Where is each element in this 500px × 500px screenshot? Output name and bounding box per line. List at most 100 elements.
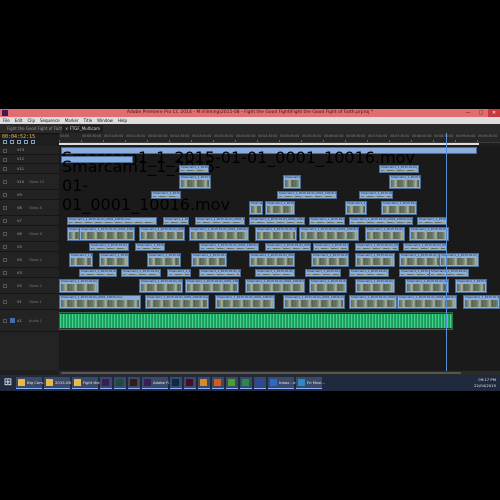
video-clip[interactable]: Smarcam1_1_2015-01-01_0001_10016.mov: [61, 147, 477, 167]
add-marker-icon[interactable]: [17, 140, 21, 144]
video-clip[interactable]: Smarcam1_1_2015-01-01_0001_10016.mov: [283, 295, 345, 309]
video-clip[interactable]: Smarcam1_1_2015-01-01_0001_10016.mov: [89, 243, 129, 251]
video-clip[interactable]: Smarcam1_1_2015-01-01_0001_10016.mov: [79, 269, 117, 277]
track-lock-icon[interactable]: [3, 271, 7, 275]
video-clip[interactable]: Smarcam1_1_2015-01-01_0001_10016.mov: [403, 243, 447, 251]
menu-sequence[interactable]: Sequence: [40, 118, 60, 123]
taskbar-item-folder[interactable]: Fight the...: [72, 377, 103, 389]
video-clip[interactable]: Smarcam1_1_2015-01-01_0001_10016.mov: [439, 253, 479, 267]
taskbar-item-firefox[interactable]: [212, 377, 224, 389]
video-clip[interactable]: Smarcam1_1_2015-01-01_0001_10016.mov: [167, 269, 191, 277]
video-clip[interactable]: Smarcam1_1_2015-01-01_0001_10016.mov: [151, 191, 181, 199]
tab-sequence-faith[interactable]: Fight the Good Fight of Faith 3: [4, 125, 70, 133]
video-clip[interactable]: Smarcam1_1_2015-01-01_0001_10016.mov: [389, 175, 421, 189]
video-clip[interactable]: Smarcam1_1_2015-01-01_0001_10016.mov: [355, 279, 395, 293]
video-clip[interactable]: Smarcam1_1_2015-01-01_0001_10016.mov: [277, 191, 337, 199]
track-lock-icon[interactable]: [3, 193, 7, 197]
track-lock-icon[interactable]: [3, 300, 7, 304]
track-header-v9[interactable]: V9: [0, 190, 59, 200]
track-header-v8[interactable]: V8 Video 8: [0, 200, 59, 216]
video-clip[interactable]: Smarcam1_1_2015-01-01_0001_10016.mov: [359, 191, 393, 199]
video-clip[interactable]: Smarcam1_1_2015-01-01_0001_10016.mov: [179, 175, 211, 189]
video-clip[interactable]: Smarcam1_1_2015-01-01_0001_10016.mov: [429, 269, 469, 277]
video-clip[interactable]: Smarcam1_1_2015-01-01_0001_10016.mov: [215, 295, 275, 309]
maximize-button[interactable]: □: [475, 109, 487, 117]
video-clip[interactable]: Smarcam1_1_2015-01-01_0001_10016.mov: [199, 269, 241, 277]
video-clip[interactable]: Smarcam1_1_2015-01-01_0001_10016.mov: [349, 217, 413, 225]
video-clip[interactable]: Smarcam1_1_2015-01-01_0001_10016.mov: [463, 295, 500, 309]
menu-edit[interactable]: Edit: [15, 118, 23, 123]
video-clip[interactable]: Smarcam1_1_2015-01-01_0001_10016.mov: [311, 253, 349, 267]
menu-title[interactable]: Title: [84, 118, 93, 123]
video-clip[interactable]: Smarcam1_1_2015-01-01_0001_10016.mov: [249, 201, 263, 215]
taskbar-item-folder[interactable]: 2015-08 ...: [44, 377, 76, 389]
video-clip[interactable]: Smarcam1_1_2015-01-01_0001_10016.mov: [309, 279, 347, 293]
snap-icon[interactable]: [3, 140, 7, 144]
track-lock-icon[interactable]: [3, 319, 7, 323]
taskbar-item-leaf[interactable]: [226, 377, 238, 389]
taskbar-item-folder[interactable]: Big Cam...: [16, 377, 47, 389]
track-header-v5[interactable]: V5: [0, 242, 59, 252]
track-header-v11[interactable]: V11: [0, 164, 59, 174]
audio-clip[interactable]: [59, 312, 453, 330]
video-clip[interactable]: Smarcam1_1_2015-01-01_0001_10016.mov: [195, 217, 245, 225]
video-clip[interactable]: Smarcam1_1_2015-01-01_0001_10016.mov: [265, 243, 311, 251]
track-header-v12[interactable]: V12: [0, 155, 59, 164]
video-clip[interactable]: Smarcam1_1_2015-01-01_0001_10016.mov: [255, 269, 295, 277]
video-clip[interactable]: Smarcam1_1_2015-01-01_0001_10016.mov: [365, 227, 405, 241]
timeline-settings-icon[interactable]: [24, 140, 28, 144]
track-lock-icon[interactable]: [3, 232, 7, 236]
track-lock-icon[interactable]: [3, 167, 7, 171]
taskbar-item-word[interactable]: [254, 377, 266, 389]
taskbar-item-indesign[interactable]: [184, 377, 196, 389]
video-clip[interactable]: Smarcam1_1_2015-01-01_0001_10016.mov: [135, 243, 165, 251]
video-clip[interactable]: Smarcam1_1_2015-01-01_0001_10016.mov: [405, 279, 449, 293]
track-lock-icon[interactable]: [3, 180, 7, 184]
video-clip[interactable]: Smarcam1_1_2015-01-01_0001_10016.mov: [179, 165, 209, 173]
video-clip[interactable]: Smarcam1_1_2015-01-01_0001_10016.mov: [417, 217, 447, 225]
video-clip[interactable]: Smarcam1_1_2015-01-01_0001_10016.mov: [305, 269, 341, 277]
video-clip[interactable]: Smarcam1_1_2015-01-01_0001_10016.mov: [355, 243, 399, 251]
video-clip[interactable]: Smarcam1_1_2015-01-01_0001_10016.mov: [409, 227, 449, 241]
video-clip[interactable]: Smarcam1_1_2015-01-01_0001_10016.mov: [255, 227, 297, 241]
video-clip[interactable]: Smarcam1_1_2015-01-01_0001_10016.mov: [69, 253, 93, 267]
video-clip[interactable]: Smarcam1_1_2015-01-01_0001_10016.mov: [399, 253, 441, 267]
video-clip[interactable]: Smarcam1_1_2015-01-01_0001_10016.mov: [59, 295, 141, 309]
close-button[interactable]: ✕: [488, 109, 500, 117]
menu-clip[interactable]: Clip: [27, 118, 35, 123]
video-clip[interactable]: Smarcam1_1_2015-01-01_0001_10016.mov: [79, 227, 135, 241]
track-header-v13[interactable]: V13: [0, 146, 59, 155]
taskbar-item-audition[interactable]: [114, 377, 126, 389]
video-clip[interactable]: Smarcam1_1_2015-01-01_0001_10016.mov: [313, 243, 349, 251]
track-header-v1[interactable]: V1 Video 1: [0, 294, 59, 310]
scrollbar-thumb[interactable]: [61, 372, 461, 374]
video-clip[interactable]: Smarcam1_1_2015-01-01_0001_10016.mov: [349, 295, 397, 309]
video-clip[interactable]: Smarcam1_1_2015-01-01_0001_10016.mov: [381, 201, 417, 215]
video-clip[interactable]: Smarcam1_1_2015-01-01_0001_10016.mov: [355, 253, 395, 267]
taskbar-item-premiere[interactable]: [100, 377, 112, 389]
wrench-icon[interactable]: [31, 140, 35, 144]
video-clip[interactable]: Smarcam1_1_2015-01-01_0001_10016.mov: [99, 253, 129, 267]
video-clip[interactable]: Smarcam1_1_2015-01-01_0001_10016.mov: [145, 295, 209, 309]
video-clip[interactable]: Smarcam1_1_2015-01-01_0001_10016.mov: [379, 165, 419, 173]
track-header-v10[interactable]: V10 Video 10: [0, 174, 59, 190]
track-lock-icon[interactable]: [3, 206, 7, 210]
video-clip[interactable]: Smarcam1_1_2015-01-01_0001_10016.mov: [245, 279, 305, 293]
taskbar-item-photoshop[interactable]: [170, 377, 182, 389]
taskbar-item-outlook[interactable]: Inbox - e...: [268, 377, 299, 389]
taskbar-item-illustrator[interactable]: [128, 377, 140, 389]
video-clip[interactable]: Smarcam1_1_2015-01-01_0001_10016.mov: [265, 201, 295, 215]
taskbar-clock[interactable]: 09:17 PM 22/04/2015: [474, 377, 496, 388]
video-clip[interactable]: Smarcam1_1_2015-01-01_0001_10016.mov: [139, 279, 183, 293]
video-clip[interactable]: Smarcam1_1_2015-01-01_0001_10016.mov: [147, 253, 181, 267]
track-target-icon[interactable]: [10, 318, 15, 323]
linked-selection-icon[interactable]: [10, 140, 14, 144]
video-clip[interactable]: Smarcam1_1_2015-01-01_0001_10016.mov: [249, 217, 305, 225]
video-clip[interactable]: Smarcam1_1_2015-01-01_0001_10016.mov: [349, 269, 389, 277]
taskbar-item-sun[interactable]: [198, 377, 210, 389]
video-clip[interactable]: Smarcam1_1_2015-01-01_0001_10016.mov: [309, 217, 345, 225]
video-clip[interactable]: Smarcam1_1_2015-01-01_0001_10016.mov: [67, 217, 157, 225]
video-clip[interactable]: Smarcam1_1_2015-01-01_0001_10016.mov: [189, 227, 249, 241]
video-clip[interactable]: Smarcam1_1_2015-01-01_0001_10016.mov: [345, 201, 367, 215]
video-clip[interactable]: Smarcam1_1_2015-01-01_0001_10016.mov: [139, 227, 185, 241]
